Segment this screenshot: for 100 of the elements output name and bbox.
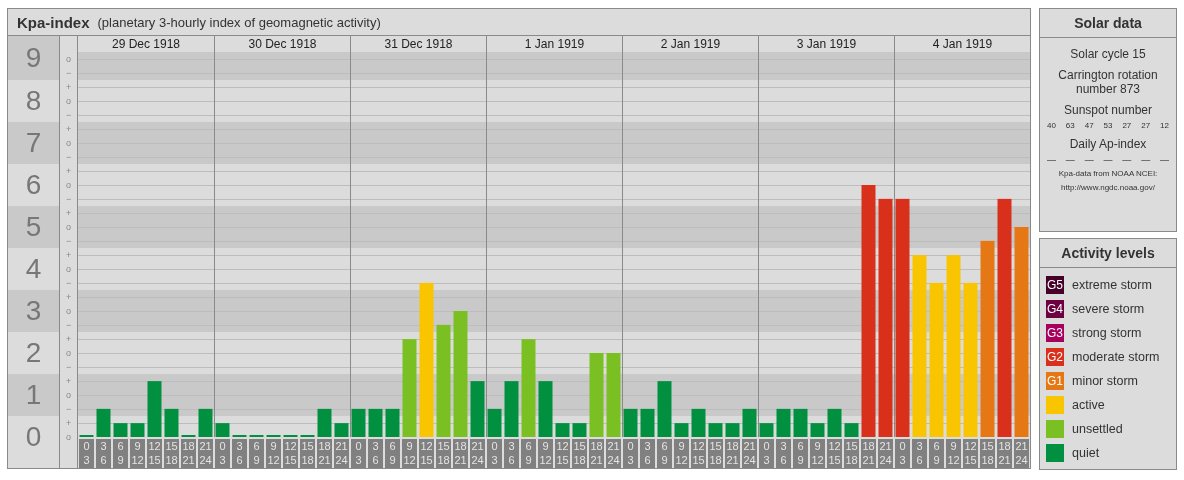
level-badge: G4	[1046, 300, 1064, 318]
sunspot-value: 12	[1160, 121, 1169, 130]
kp-bar	[555, 423, 570, 437]
sunspot-value: 27	[1122, 121, 1132, 130]
level-label: minor storm	[1072, 374, 1138, 388]
kp-bar	[623, 408, 638, 437]
hour-range-label: 9 12	[946, 439, 961, 468]
level-badge: G3	[1046, 324, 1064, 342]
hour-range-label: 3 6	[368, 439, 383, 468]
level-label: unsettled	[1072, 422, 1123, 436]
hour-range-label: 12 15	[147, 439, 162, 468]
sunspot-value: 27	[1141, 121, 1151, 130]
x-tick-label: 6 9	[661, 439, 668, 467]
hour-range-label: 0 3	[79, 439, 94, 468]
kp-bar	[147, 381, 162, 437]
kp-level-label: 5	[8, 206, 60, 248]
x-tick-label: 6 9	[933, 439, 940, 467]
hour-range-label: 3 6	[504, 439, 519, 468]
hour-range-label: 18 21	[997, 439, 1012, 468]
carrington-text: Carrington rotation number 873	[1057, 68, 1159, 96]
kp-bar	[810, 423, 825, 437]
hour-range-label: 9 12	[538, 439, 553, 468]
kp-bar	[844, 423, 859, 437]
hour-range-label: 12 15	[827, 439, 842, 468]
panel-title: Solar data	[1040, 9, 1176, 38]
hour-range-label: 15 18	[980, 439, 995, 468]
hour-range-label: 18 21	[861, 439, 876, 468]
kp-bar	[674, 423, 689, 437]
panel-subtitle: (planetary 3-hourly index of geomagnetic activity)	[97, 14, 381, 30]
source-note: http://www.ngdc.noaa.gov/	[1061, 183, 1155, 193]
solar-cycle-text: Solar cycle 15	[1070, 47, 1146, 61]
hour-range-label: 12 15	[283, 439, 298, 468]
hour-range-label: 3 6	[232, 439, 247, 468]
panel-title: Activity levels	[1040, 239, 1176, 268]
sublevel-mark: +	[65, 165, 73, 178]
hour-range-label: 21 24	[1014, 439, 1029, 468]
hour-range-label: 15 18	[436, 439, 451, 468]
hour-range-label: 6 9	[521, 439, 536, 468]
x-tick-label: 0 3	[899, 439, 906, 467]
kp-level-label: 3	[8, 290, 60, 332]
kp-bar	[708, 423, 723, 437]
x-tick-label: 6 9	[389, 439, 396, 467]
x-tick-label: 6 9	[525, 439, 532, 467]
hour-range-label: 21 24	[334, 439, 349, 468]
level-label: quiet	[1072, 446, 1100, 460]
hour-range-label: 21 24	[742, 439, 757, 468]
kp-level-label: 9	[8, 36, 60, 80]
kp-bar	[470, 381, 485, 437]
kp-bar	[96, 408, 111, 437]
hour-range-label: 9 12	[130, 439, 145, 468]
hour-range-label: 15 18	[300, 439, 315, 468]
ap-value: —	[1103, 155, 1113, 165]
sunspot-heading: Sunspot number	[1063, 103, 1153, 117]
level-badge: G2	[1046, 348, 1064, 366]
sublevel-mark: o	[65, 53, 73, 66]
level-label: severe storm	[1072, 302, 1145, 316]
x-tick-label: 0 3	[83, 439, 90, 467]
kp-bar	[759, 423, 774, 437]
hour-range-label: 12 15	[691, 439, 706, 468]
hour-range-label: 6 9	[793, 439, 808, 468]
level-label: active	[1072, 398, 1105, 412]
hour-range-label: 0 3	[215, 439, 230, 468]
hour-range-label: 21 24	[470, 439, 485, 468]
sublevel-mark: o	[65, 431, 73, 444]
x-tick-label: 3 6	[916, 439, 923, 467]
kp-bar	[776, 408, 791, 437]
sublevel-mark: +	[65, 123, 73, 136]
hour-range-label: 0 3	[623, 439, 638, 468]
x-tick-label: 3 6	[780, 439, 787, 467]
hour-range-label: 18 21	[453, 439, 468, 468]
level-label: extreme storm	[1072, 278, 1152, 292]
ap-value: —	[1122, 155, 1132, 165]
hour-range-label: 3 6	[912, 439, 927, 468]
hour-range-label: 0 3	[351, 439, 366, 468]
sublevel-mark: −	[65, 109, 73, 122]
hour-range-label: 21 24	[878, 439, 893, 468]
sunspot-value: 47	[1084, 121, 1094, 130]
x-tick-label: 0 3	[219, 439, 226, 467]
ap-value: —	[1084, 155, 1094, 165]
x-tick-label: 6 9	[253, 439, 260, 467]
kp-bar	[691, 408, 706, 437]
sublevel-mark: −	[65, 151, 73, 164]
hour-range-label: 3 6	[640, 439, 655, 468]
hour-range-label: 9 12	[266, 439, 281, 468]
hour-range-label: 15 18	[708, 439, 723, 468]
kp-bar	[572, 423, 587, 437]
sublevel-mark: o	[65, 221, 73, 234]
sublevel-mark: −	[65, 361, 73, 374]
kp-bar	[725, 423, 740, 437]
hour-range-label: 18 21	[725, 439, 740, 468]
x-tick-label: 3 6	[236, 439, 243, 467]
sublevel-mark: +	[65, 249, 73, 262]
ap-value: —	[1047, 155, 1056, 165]
kp-bar	[793, 408, 808, 437]
sublevel-mark: o	[65, 305, 73, 318]
hour-range-label: 0 3	[895, 439, 910, 468]
sublevel-mark: o	[65, 179, 73, 192]
hour-range-label: 6 9	[249, 439, 264, 468]
level-label: moderate storm	[1072, 350, 1160, 364]
x-tick-label: 0 3	[355, 439, 362, 467]
